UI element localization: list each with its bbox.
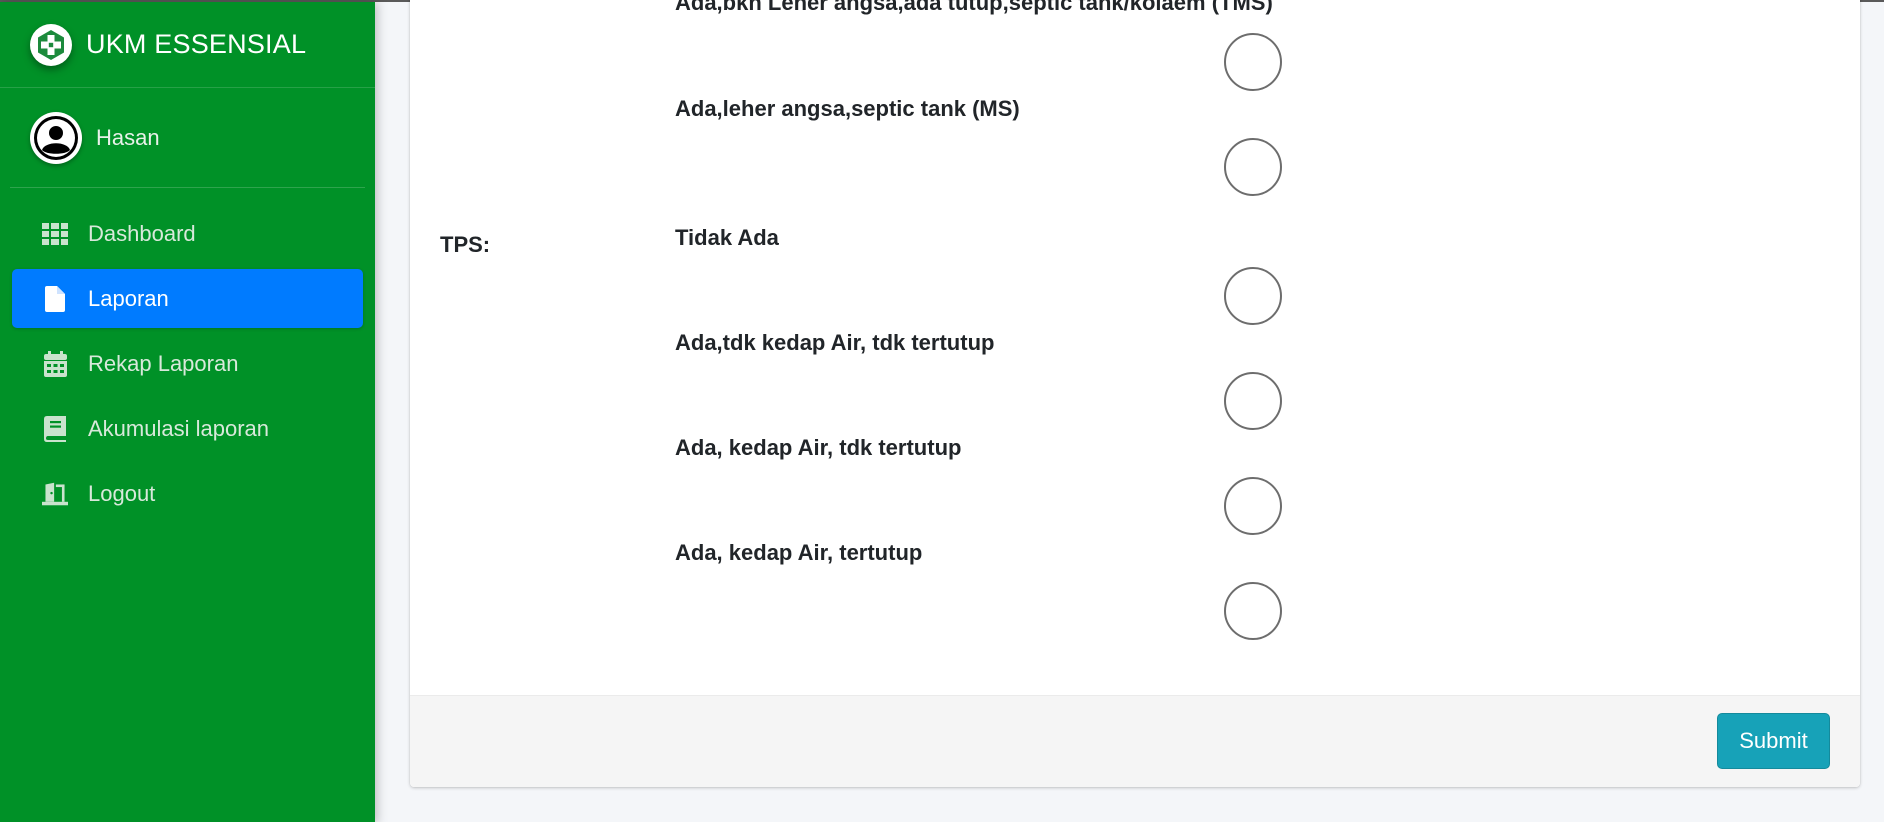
radio-option-tms[interactable]: [1224, 33, 1282, 91]
user-name[interactable]: Hasan: [96, 125, 160, 151]
health-cross-logo-icon: [30, 23, 72, 66]
sidebar-item-rekap-laporan[interactable]: Rekap Laporan: [12, 334, 363, 393]
tps-option-label-kedap-tdk-tertutup: Ada, kedap Air, tdk tertutup: [675, 435, 962, 460]
sidebar-item-label: Laporan: [88, 285, 169, 311]
tps-option-label-tidak-ada: Tidak Ada: [675, 225, 779, 250]
tps-radio-tidak-ada[interactable]: [1224, 267, 1282, 325]
card-body: Ada,bkn Leher angsa,ada tutup,septic tan…: [410, 0, 1860, 695]
sidebar-item-laporan[interactable]: Laporan: [12, 269, 363, 328]
calendar-icon: [42, 350, 68, 377]
sidebar-item-dashboard[interactable]: Dashboard: [12, 204, 363, 263]
door-icon: [42, 481, 68, 507]
user-panel: Hasan: [10, 88, 365, 188]
sidebar-item-akumulasi-laporan[interactable]: Akumulasi laporan: [12, 399, 363, 458]
card-footer: Submit: [410, 695, 1860, 787]
option-label-ms: Ada,leher angsa,septic tank (MS): [675, 96, 1020, 121]
report-form-card: Ada,bkn Leher angsa,ada tutup,septic tan…: [410, 0, 1860, 787]
tps-radio-tdk-kedap-tdk-tertutup[interactable]: [1224, 372, 1282, 430]
file-icon: [42, 285, 68, 312]
tps-field-label: TPS:: [440, 232, 491, 257]
book-icon: [42, 415, 68, 442]
submit-button[interactable]: Submit: [1717, 713, 1830, 769]
tps-radio-kedap-tdk-tertutup[interactable]: [1224, 477, 1282, 535]
sidebar: UKM ESSENSIAL Hasan Dashboard Laporan Re…: [0, 2, 375, 822]
sidebar-item-label: Akumulasi laporan: [88, 415, 269, 441]
brand-title: UKM ESSENSIAL: [86, 29, 307, 59]
sidebar-item-logout[interactable]: Logout: [12, 464, 363, 523]
sidebar-nav: Dashboard Laporan Rekap Laporan Akumulas…: [0, 204, 375, 523]
sidebar-item-label: Logout: [88, 480, 156, 506]
grid-icon: [42, 221, 68, 247]
sidebar-item-label: Dashboard: [88, 220, 196, 246]
sidebar-item-label: Rekap Laporan: [88, 350, 239, 376]
tps-option-label-tdk-kedap-tdk-tertutup: Ada,tdk kedap Air, tdk tertutup: [675, 330, 995, 355]
option-label-tms: Ada,bkn Leher angsa,ada tutup,septic tan…: [675, 0, 1273, 15]
tps-option-label-kedap-tertutup: Ada, kedap Air, tertutup: [675, 540, 923, 565]
radio-option-ms[interactable]: [1224, 138, 1282, 196]
tps-radio-kedap-tertutup[interactable]: [1224, 582, 1282, 640]
user-avatar-icon: [30, 111, 82, 164]
brand-link[interactable]: UKM ESSENSIAL: [0, 2, 375, 88]
